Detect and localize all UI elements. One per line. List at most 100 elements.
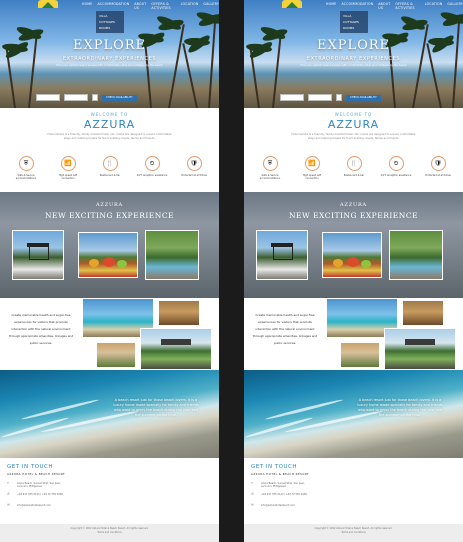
nav-item[interactable]: GALLERY: [447, 2, 463, 10]
feature-glyph: 🍴: [350, 160, 358, 167]
hero-subtitle: EXTRAORDINARY EXPERIENCES: [62, 56, 157, 62]
feature-glyph: 📶: [64, 160, 72, 167]
guests-input[interactable]: [336, 94, 342, 101]
nav-item[interactable]: OFFERS & ACTIVITIES: [151, 2, 175, 10]
booking-bar: CHECK AVAILABILITY: [36, 94, 137, 101]
contact-section: GET IN TOUCH AZZURA HOTEL & BEACH RESORT…: [0, 458, 219, 524]
shield-icon: ⛨: [262, 156, 278, 171]
footer: Copyright © 2022 Azzura Hotel & Beach Re…: [244, 524, 463, 542]
wave-foam: [264, 398, 344, 421]
contact-title: GET IN TOUCH: [251, 464, 298, 470]
phone-icon: ✆: [7, 492, 10, 496]
contact-title: GET IN TOUCH: [7, 464, 54, 470]
restaurant-interior-photo[interactable]: [402, 300, 444, 326]
pool-photo[interactable]: [145, 230, 199, 280]
clock-icon: ⏲: [144, 156, 160, 171]
gazebo-frame: [29, 247, 49, 260]
feature-glyph: 🍴: [106, 160, 114, 167]
feature-item: 📶 High speed wifi connection: [296, 156, 328, 180]
ocean-text: A beach resort just for those beach love…: [113, 398, 199, 417]
feature-label: Restaurant & bar: [99, 174, 121, 177]
footer-terms-link[interactable]: Terms and conditions: [0, 531, 219, 535]
cottage-photo[interactable]: [340, 342, 380, 368]
fruit-buffet-photo[interactable]: [322, 232, 382, 278]
fruit-buffet-photo[interactable]: [78, 232, 138, 278]
feature-glyph: 📶: [308, 160, 316, 167]
restaurant-interior-photo[interactable]: [158, 300, 200, 326]
nav-item[interactable]: LOCATION: [181, 2, 199, 10]
nav-item[interactable]: ACCOMMODATION: [341, 2, 373, 10]
website-frame-left: HOME ACCOMMODATION ABOUT US OFFERS & ACTIVI…: [0, 0, 219, 542]
fruit: [333, 259, 343, 267]
contact-text: info@azzurahotelresort.com: [261, 504, 295, 507]
contact-section: GET IN TOUCH AZZURA HOTEL & BEACH RESORT…: [244, 458, 463, 524]
gazebo-photo[interactable]: [256, 230, 308, 280]
contact-text: info@azzurahotelresort.com: [17, 504, 51, 507]
pool-photo[interactable]: [389, 230, 443, 280]
footer: Copyright © 2022 Azzura Hotel & Beach Re…: [0, 524, 219, 542]
shield-icon: ⛨: [18, 156, 34, 171]
accommodation-dropdown: VILLA COTTAGES ROOMS: [96, 11, 124, 33]
nav-item[interactable]: HOME: [326, 2, 336, 10]
feature-glyph: ⏲: [149, 159, 155, 167]
clock-icon: ⏲: [388, 156, 404, 171]
restaurant-section: Create memorable health and sugar-free e…: [244, 298, 463, 370]
restaurant-text: Create memorable health and sugar-free e…: [8, 313, 74, 345]
hero-title: EXPLORE: [72, 38, 147, 53]
villa-photo[interactable]: [384, 328, 456, 370]
experience-section: AZZURA NEW EXCITING EXPERIENCE: [0, 192, 219, 298]
checkout-date-input[interactable]: [64, 94, 88, 101]
mail-icon: ✉: [251, 503, 254, 507]
gazebo-photo[interactable]: [12, 230, 64, 280]
dropdown-item[interactable]: ROOMS: [99, 25, 121, 31]
feature-label: Safe & Secure accommodations: [259, 174, 281, 180]
feature-label: 24/7 reception assistance: [136, 174, 168, 177]
nav-item[interactable]: GALLERY: [203, 2, 219, 10]
check-availability-button[interactable]: CHECK AVAILABILITY: [346, 94, 381, 101]
contact-text: +63 917 555 0123 / +63 72 555 0456: [261, 493, 307, 496]
hero-caption: Find your perfect island escape with com…: [300, 64, 407, 67]
checkout-date-input[interactable]: [308, 94, 332, 101]
feature-item: 🍴 Restaurant & bar: [338, 156, 370, 180]
fruit: [117, 260, 127, 268]
website-frame-right: HOME ACCOMMODATION ABOUT US OFFERS & ACTIVI…: [244, 0, 463, 542]
feature-item: 🛡 Protected at all times: [178, 156, 210, 180]
hero-banner: HOME ACCOMMODATION ABOUT US OFFERS & ACTIVI…: [244, 0, 463, 108]
resort-logo[interactable]: [282, 0, 302, 8]
footer-terms-link[interactable]: Terms and conditions: [244, 531, 463, 535]
contact-row: ✉ info@azzurahotelresort.com: [251, 503, 307, 508]
villa-photo[interactable]: [140, 328, 212, 370]
contact-text: +63 917 555 0123 / +63 72 555 0456: [17, 493, 63, 496]
fruit: [89, 259, 99, 267]
feature-label: High speed wifi connection: [58, 174, 78, 180]
shield-check-icon: 🛡: [186, 156, 202, 171]
contact-text: Azura Beach, Sunset Strip, San Juan, La …: [17, 482, 61, 489]
nav-item[interactable]: LOCATION: [425, 2, 443, 10]
nav-item[interactable]: OFFERS & ACTIVITIES: [395, 2, 419, 10]
nav-item[interactable]: HOME: [82, 2, 92, 10]
booking-bar: CHECK AVAILABILITY: [280, 94, 381, 101]
features-row: ⛨ Safe & Secure accommodations 📶 High sp…: [254, 156, 454, 180]
cottage-photo[interactable]: [96, 342, 136, 368]
dropdown-item[interactable]: ROOMS: [343, 25, 365, 31]
feature-item: 📶 High speed wifi connection: [52, 156, 84, 180]
checkin-date-input[interactable]: [36, 94, 60, 101]
checkin-date-input[interactable]: [280, 94, 304, 101]
nav-item[interactable]: ABOUT US: [134, 2, 146, 10]
guests-input[interactable]: [92, 94, 98, 101]
wifi-icon: 📶: [304, 156, 320, 171]
feature-label: Restaurant & bar: [343, 174, 365, 177]
feature-item: 🍴 Restaurant & bar: [94, 156, 126, 180]
resort-logo[interactable]: [38, 0, 58, 8]
ocean-section: A beach resort just for those beach love…: [0, 370, 219, 458]
experience-kicker: AZZURA: [96, 202, 123, 208]
nav-item[interactable]: ABOUT US: [378, 2, 390, 10]
check-availability-button[interactable]: CHECK AVAILABILITY: [102, 94, 137, 101]
restaurant-text: Create memorable health and sugar-free e…: [252, 313, 318, 345]
welcome-section: WELCOME TO AZZURA Hotel Azzura is a frie…: [244, 108, 463, 192]
nav-item[interactable]: ACCOMMODATION: [97, 2, 129, 10]
welcome-text: Hotel Azzura is a friendly, family-orien…: [291, 133, 416, 140]
welcome-section: WELCOME TO AZZURA Hotel Azzura is a frie…: [0, 108, 219, 192]
contact-text: Azura Beach, Sunset Strip, San Juan, La …: [261, 482, 305, 489]
ocean-text: A beach resort just for those beach love…: [357, 398, 443, 417]
